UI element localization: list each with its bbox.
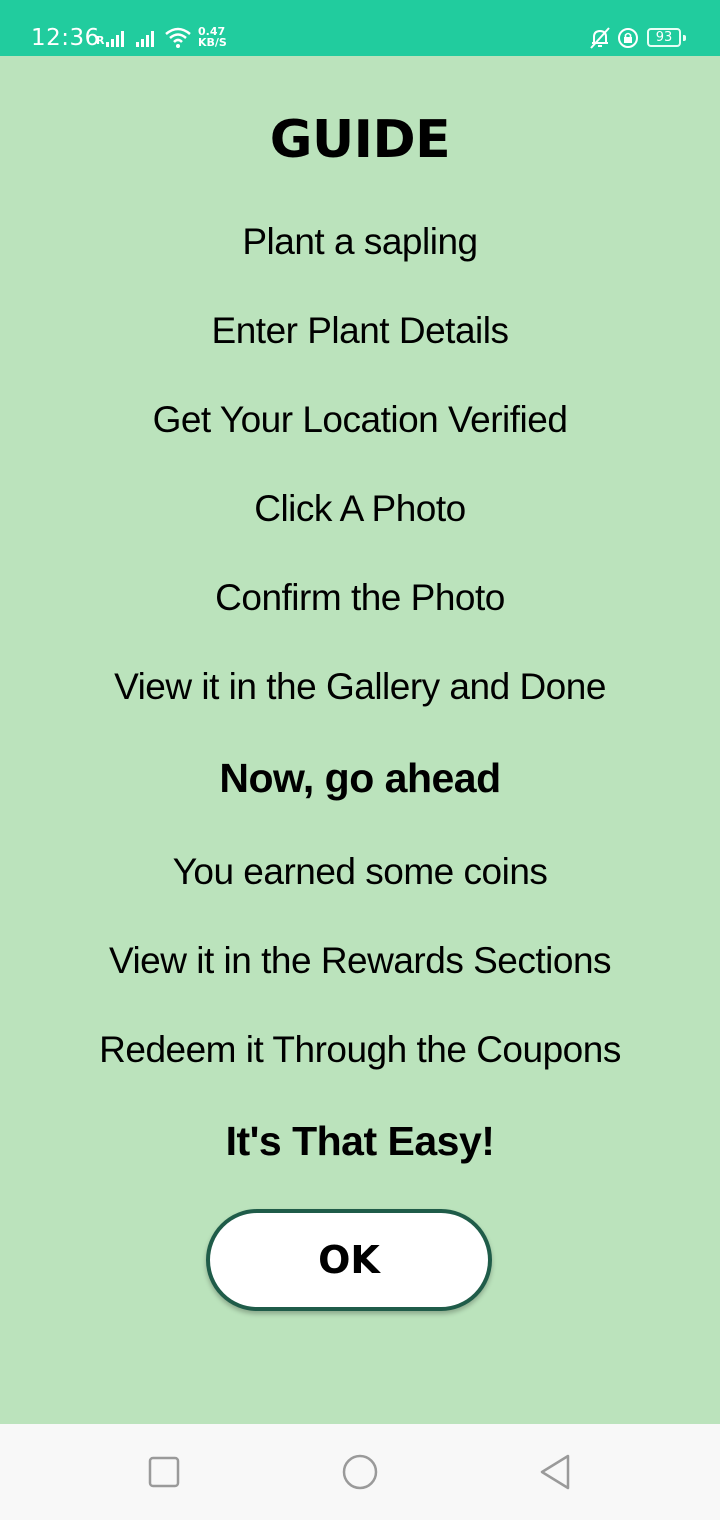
signal-icon: [106, 31, 124, 47]
reward-step: Redeem it Through the Coupons: [99, 1029, 621, 1070]
guide-step: Get Your Location Verified: [152, 399, 568, 440]
status-bar: 12:36 R 0.47 KB/S 93: [0, 0, 720, 56]
bell-off-icon: [590, 27, 610, 49]
guide-step: Plant a sapling: [242, 221, 478, 262]
network-speed: 0.47 KB/S: [198, 26, 227, 48]
guide-step: Enter Plant Details: [211, 310, 509, 351]
closing-text: It's That Easy!: [225, 1118, 495, 1164]
guide-step: View it in the Gallery and Done: [114, 666, 606, 707]
lock-rotation-icon: [618, 28, 638, 48]
signal-icon: [136, 31, 154, 47]
recents-icon[interactable]: [144, 1452, 184, 1492]
reward-step: You earned some coins: [172, 851, 548, 892]
go-ahead-heading: Now, go ahead: [219, 755, 501, 801]
guide-step: Confirm the Photo: [215, 577, 505, 618]
battery-icon: 93: [647, 28, 681, 47]
network-speed-unit: KB/S: [198, 36, 227, 49]
status-time: 12:36: [31, 25, 100, 51]
guide-step: Click A Photo: [254, 488, 466, 529]
guide-title: GUIDE: [269, 110, 451, 170]
home-icon[interactable]: [340, 1452, 380, 1492]
reward-step: View it in the Rewards Sections: [108, 940, 612, 981]
ok-button[interactable]: OK: [206, 1209, 492, 1311]
wifi-icon: [165, 27, 191, 48]
back-icon[interactable]: [536, 1452, 576, 1492]
roaming-indicator: R: [96, 34, 105, 47]
navigation-bar: [0, 1424, 720, 1520]
battery-tip: [683, 35, 686, 41]
